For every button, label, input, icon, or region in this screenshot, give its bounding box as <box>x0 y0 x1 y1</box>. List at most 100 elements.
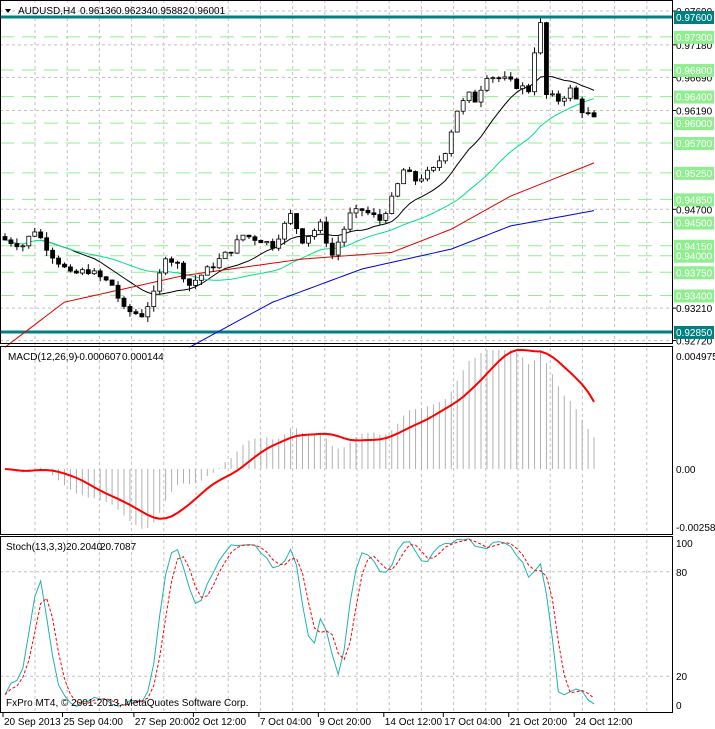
candle <box>222 251 228 260</box>
symbol-label: AUDUSD,H4 <box>18 6 76 17</box>
macd-header: MACD(12,26,9) -0.000607 0.000144 <box>8 352 164 363</box>
candle <box>145 306 151 318</box>
macd-label: MACD(12,26,9) <box>8 352 77 363</box>
time-label: 20 Sep 2013 <box>4 717 61 728</box>
mt4-chart-window[interactable]: 0.976900.971800.966900.961900.947000.932… <box>0 0 715 729</box>
level-label: 0.93400 <box>676 292 713 303</box>
candle <box>264 241 270 244</box>
candle <box>478 89 484 103</box>
level-label-solid: 0.97600 <box>676 13 713 24</box>
price-levels <box>0 15 672 334</box>
candle <box>550 93 555 96</box>
candle <box>157 272 163 292</box>
candle <box>436 160 442 168</box>
candle <box>377 214 383 221</box>
candle <box>490 77 496 80</box>
level-label: 0.94850 <box>676 195 713 206</box>
candle <box>175 261 180 264</box>
time-label: 9 Oct 20:00 <box>319 717 371 728</box>
candle <box>74 270 79 274</box>
time-label: 21 Oct 20:00 <box>510 717 568 728</box>
candle <box>2 236 8 241</box>
candle <box>79 269 85 274</box>
stoch-k-line <box>4 538 595 708</box>
chart-header: AUDUSD,H4 0.96136 0.96234 0.95882 0.9600… <box>5 6 226 17</box>
candle <box>246 234 252 238</box>
candle <box>335 241 341 256</box>
candle <box>329 242 335 256</box>
time-label: 14 Oct 12:00 <box>385 717 443 728</box>
chart-canvas[interactable]: 0.976900.971800.966900.961900.947000.932… <box>0 0 715 729</box>
candle <box>365 210 371 214</box>
time-label: 24 Oct 12:00 <box>575 717 633 728</box>
candle <box>514 78 520 89</box>
candle <box>38 231 44 239</box>
candle <box>353 208 359 214</box>
candle <box>127 306 133 313</box>
time-label: 17 Oct 04:00 <box>444 717 502 728</box>
candle <box>496 77 502 80</box>
candle <box>442 153 448 162</box>
candle <box>544 22 549 95</box>
candle <box>121 297 127 307</box>
level-label: 0.95250 <box>676 169 713 180</box>
stoch-label: Stoch(13,3,3) <box>6 542 66 553</box>
time-axis: 20 Sep 2013 25 Sep 04:00 27 Sep 20:00 2 Oct… <box>2 713 633 728</box>
candle <box>311 230 317 237</box>
candle <box>288 213 294 224</box>
candle <box>187 278 192 286</box>
candle <box>85 269 91 275</box>
candle <box>395 183 401 197</box>
candle <box>103 276 109 281</box>
candle <box>151 290 157 308</box>
candle <box>430 167 436 171</box>
level-label: 0.96800 <box>676 66 713 77</box>
candle <box>133 311 139 314</box>
stoch-d-line <box>4 538 595 706</box>
candle <box>573 87 579 100</box>
candle <box>502 76 508 79</box>
level-label: 0.94500 <box>676 219 713 230</box>
candle <box>341 228 347 243</box>
candle <box>258 240 264 244</box>
candle <box>97 270 103 278</box>
dropdown-triangle-icon[interactable] <box>5 9 11 13</box>
time-label: 27 Sep 20:00 <box>135 717 195 728</box>
macd-tick-label: 0.004975 <box>676 352 715 363</box>
candle <box>228 251 234 254</box>
candle <box>466 91 472 102</box>
level-label: 0.93750 <box>676 268 713 279</box>
candle <box>401 169 407 185</box>
level-label-solid: 0.92850 <box>676 328 713 339</box>
level-label: 0.96000 <box>676 119 713 130</box>
candle <box>407 169 413 172</box>
candle <box>454 110 460 133</box>
stoch-d-value: 20.7087 <box>100 542 137 553</box>
candle <box>472 91 478 103</box>
candle <box>317 221 323 231</box>
candle <box>538 22 543 54</box>
candle <box>419 178 424 182</box>
time-label: 2 Oct 12:00 <box>194 717 246 728</box>
candle <box>139 313 145 318</box>
candle <box>567 87 573 99</box>
candle <box>591 112 597 118</box>
candle <box>204 266 210 276</box>
candle <box>371 212 377 215</box>
stoch-tick-label: 100 <box>676 539 693 550</box>
stoch-tick-label: 80 <box>676 568 688 579</box>
candle <box>526 85 531 93</box>
price-axis: 0.976900.971800.966900.961900.947000.932… <box>672 7 715 712</box>
price-tick-label: 0.93210 <box>676 304 713 315</box>
candle <box>460 100 466 112</box>
candle <box>555 93 561 102</box>
candle <box>44 237 50 251</box>
candle <box>163 258 169 274</box>
candle <box>20 245 26 248</box>
level-label: 0.95700 <box>676 139 713 150</box>
price-tick-label: 0.96190 <box>676 106 713 117</box>
candle <box>484 78 490 91</box>
ohlc-open: 0.96136 <box>80 6 117 17</box>
candle <box>383 213 389 221</box>
macd-main-value: -0.000607 <box>76 352 121 363</box>
